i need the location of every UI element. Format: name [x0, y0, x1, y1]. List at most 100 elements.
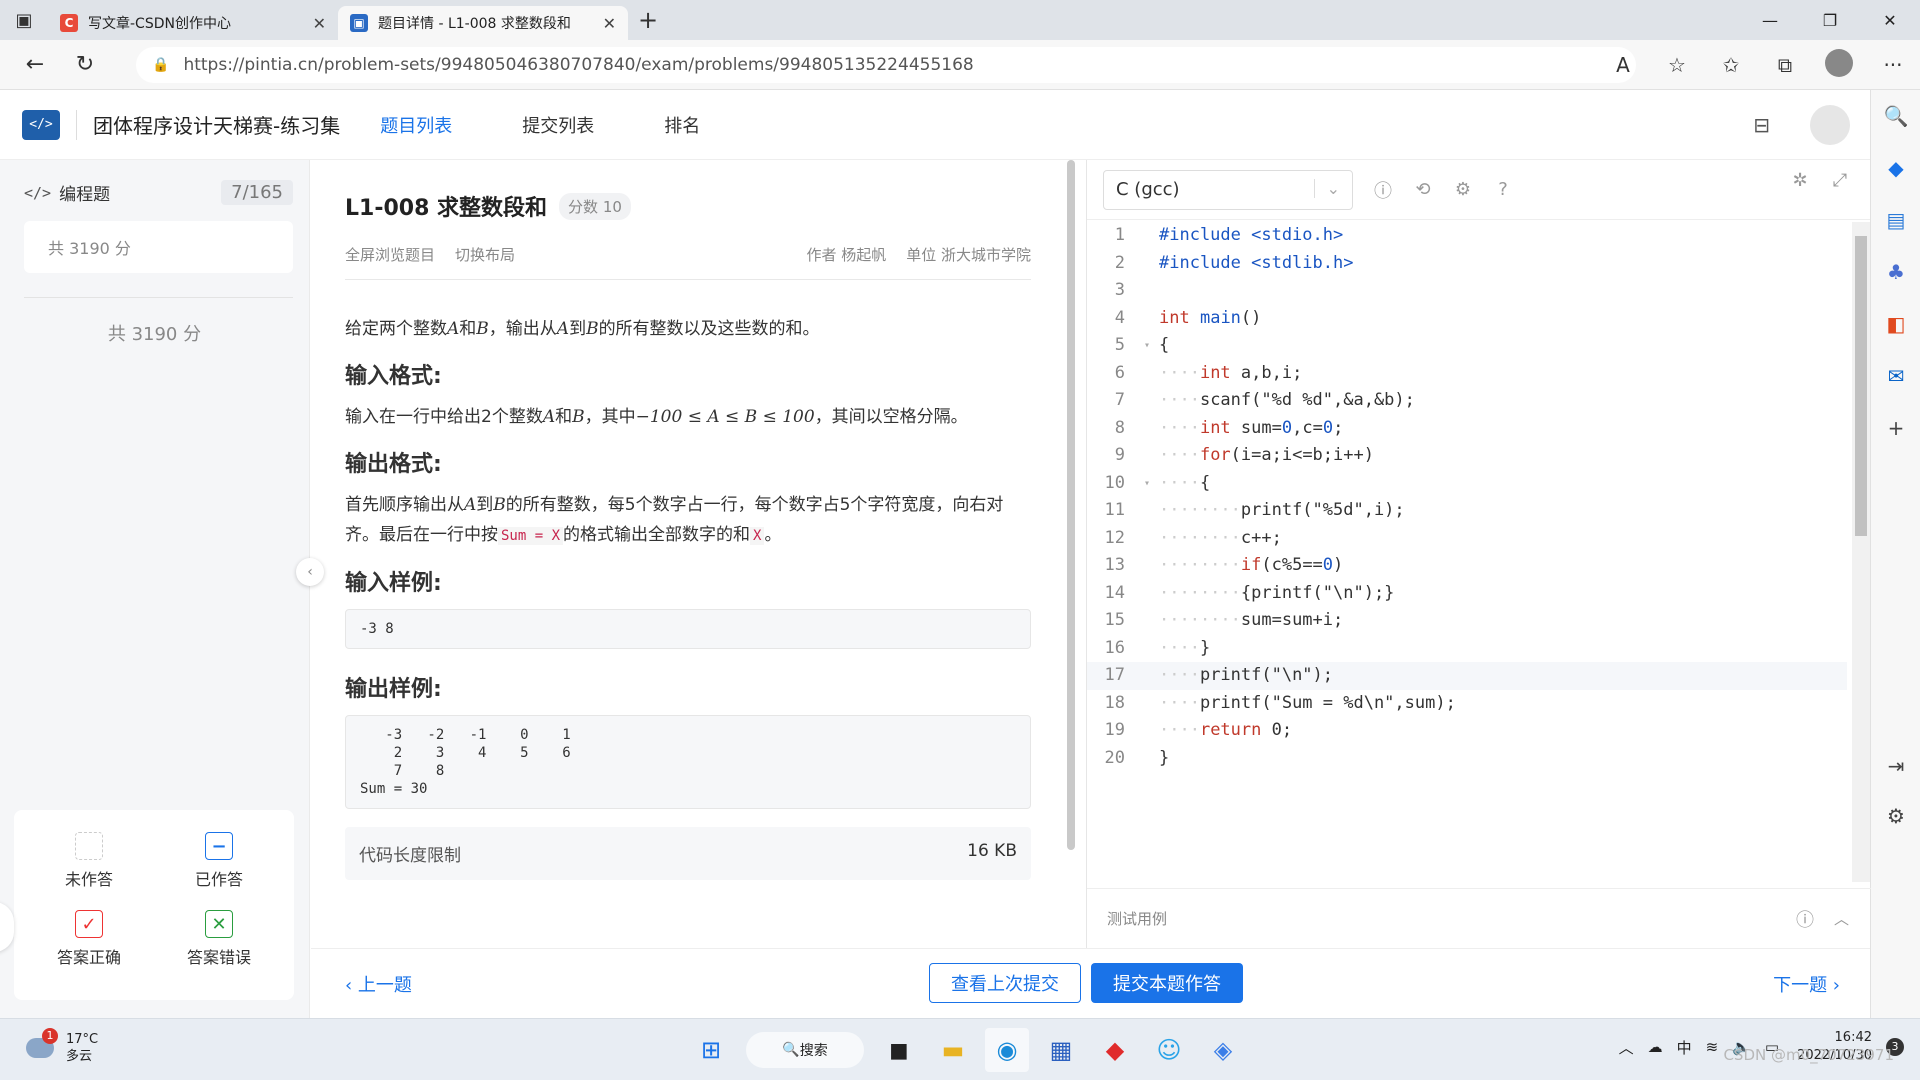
debug-icon[interactable]: ✲ [1780, 170, 1820, 191]
history-icon[interactable]: ⟲ [1403, 179, 1443, 200]
chevron-up-icon[interactable]: ︿ [1834, 908, 1849, 929]
start-icon[interactable]: ⊞ [689, 1028, 733, 1072]
app-blue-icon[interactable]: ◈ [1201, 1028, 1245, 1072]
line-number: 14 [1104, 582, 1125, 603]
pta-logo-icon[interactable]: </> [22, 109, 60, 140]
help-icon[interactable]: ⓘ [1796, 906, 1814, 932]
switch-layout-link[interactable]: 切换布局 [455, 244, 515, 265]
search-icon[interactable]: 🔍 [1871, 90, 1920, 142]
back-icon[interactable]: ← [10, 52, 60, 77]
onedrive-icon[interactable]: ☁ [1648, 1038, 1663, 1056]
code-line[interactable]: 12 ········c++; [1087, 525, 1847, 553]
problem-set-title[interactable]: 团体程序设计天梯赛-练习集 [93, 110, 340, 139]
code-line[interactable]: 19 ····return 0; [1087, 717, 1847, 745]
qq-icon[interactable]: ☺ [1147, 1028, 1191, 1072]
close-icon[interactable]: ✕ [603, 14, 616, 33]
refresh-icon[interactable]: ↻ [60, 52, 110, 77]
code-line[interactable]: 11 ········printf("%5d",i); [1087, 497, 1847, 525]
test-case-bar[interactable]: 测试用例 ⓘ ︿ [1087, 888, 1871, 948]
code-area[interactable]: 1 #include <stdio.h> 2 #include <stdlib.h> 3… [1087, 222, 1847, 822]
code-line[interactable]: 20} [1087, 745, 1847, 773]
games-icon[interactable]: ♣ [1871, 246, 1920, 298]
split-screen-icon[interactable]: ⇥ [1871, 740, 1920, 792]
math: A [542, 407, 556, 427]
code-line[interactable]: 4 int main() [1087, 305, 1847, 333]
more-icon[interactable]: ··· [1866, 53, 1920, 77]
submit-answer-button[interactable]: 提交本题作答 [1091, 963, 1243, 1003]
line-number: 8 [1114, 417, 1125, 438]
code-line[interactable]: 5 ▾{ [1087, 332, 1847, 360]
settings-icon[interactable]: ⚙ [1871, 790, 1920, 842]
code-line[interactable]: 6 ····int a,b,i; [1087, 360, 1847, 388]
close-window-icon[interactable]: ✕ [1860, 0, 1920, 40]
minimize-icon[interactable]: — [1740, 0, 1800, 40]
tab-problem[interactable]: ▣ 题目详情 - L1-008 求整数段和 ✕ [338, 6, 628, 40]
help-icon[interactable]: ⓘ [1363, 177, 1403, 203]
outlook-icon[interactable]: ✉ [1871, 350, 1920, 402]
user-avatar[interactable] [1810, 105, 1850, 145]
edge-icon[interactable]: ◉ [985, 1028, 1029, 1072]
problem-scrollbar[interactable] [1066, 160, 1076, 948]
line-number: 17 [1104, 665, 1125, 685]
prev-problem-link[interactable]: ‹ 上一题 [345, 971, 412, 997]
next-problem-link[interactable]: 下一题 › [1773, 971, 1840, 997]
chevron-up-icon[interactable]: ︿ [1619, 1037, 1634, 1058]
code-line[interactable]: 13 ········if(c%5==0) [1087, 552, 1847, 580]
language-select[interactable]: C (gcc) ⌄ [1103, 169, 1353, 210]
nav-problem-list[interactable]: 题目列表 [380, 112, 452, 138]
score-card[interactable]: 共 3190 分 [24, 221, 293, 273]
tab-actions-icon[interactable]: ▣ [0, 0, 48, 40]
file-explorer-icon[interactable]: ▬ [931, 1028, 975, 1072]
ime-indicator[interactable]: 中 [1677, 1037, 1692, 1058]
close-icon[interactable]: ✕ [313, 14, 326, 33]
taskbar-search[interactable]: 🔍 搜索 [746, 1032, 864, 1068]
view-last-submission-button[interactable]: 查看上次提交 [929, 963, 1081, 1003]
code-line[interactable]: 15 ········sum=sum+i; [1087, 607, 1847, 635]
collapse-sidebar-icon[interactable]: ‹ [296, 558, 324, 586]
wifi-icon[interactable]: ≋ [1706, 1038, 1719, 1056]
fold-arrow-icon[interactable] [1135, 222, 1159, 250]
url-field[interactable]: 🔒 https://pintia.cn/problem-sets/9948050… [136, 47, 1636, 83]
office-icon[interactable]: ◧ [1871, 298, 1920, 350]
store-icon[interactable]: ▦ [1039, 1028, 1083, 1072]
code-line[interactable]: 8 ····int sum=0,c=0; [1087, 415, 1847, 443]
code-line[interactable]: 7 ····scanf("%d %d",&a,&b); [1087, 387, 1847, 415]
code-line[interactable]: 10 ▾ ····{ [1087, 470, 1847, 498]
favorite-add-icon[interactable]: ☆ [1650, 53, 1704, 77]
search-label: 搜索 [799, 1043, 828, 1059]
weather-widget[interactable]: 1 17°C 多云 [26, 1028, 98, 1065]
code-text: ····scanf("%d %d",&a,&b); [1159, 390, 1415, 410]
code-line[interactable]: 17 ····printf("\n"); [1087, 662, 1847, 690]
gear-icon[interactable]: ⚙ [1443, 179, 1483, 200]
profile-icon[interactable] [1812, 48, 1866, 82]
code-line[interactable]: 9 ····for(i=a;i<=b;i++) [1087, 442, 1847, 470]
sample-output-heading: 输出样例: [345, 677, 442, 702]
add-icon[interactable]: + [1871, 402, 1920, 454]
task-view-icon[interactable]: ◼ [877, 1028, 921, 1072]
fullscreen-link[interactable]: 全屏浏览题目 [345, 244, 435, 265]
math: B [586, 319, 599, 339]
new-tab-icon[interactable]: + [628, 6, 668, 34]
code-line[interactable]: 16 ····} [1087, 635, 1847, 663]
code-line[interactable]: 2 #include <stdlib.h> [1087, 250, 1847, 278]
app-red-icon[interactable]: ◆ [1093, 1028, 1137, 1072]
nav-submissions[interactable]: 提交列表 [522, 112, 594, 138]
shopping-icon[interactable]: ◆ [1871, 142, 1920, 194]
read-aloud-icon[interactable]: A [1596, 53, 1650, 77]
favorites-icon[interactable]: ✩ [1704, 53, 1758, 77]
briefcase-icon[interactable]: ⊟ [1753, 113, 1770, 137]
code-line[interactable]: 14 ········{printf("\n");} [1087, 580, 1847, 608]
fullscreen-icon[interactable]: ⤢ [1820, 170, 1860, 191]
tab-csdn[interactable]: C 写文章-CSDN创作中心 ✕ [48, 6, 338, 40]
fold-arrow-icon[interactable]: ▾ [1135, 332, 1159, 360]
editor-scrollbar[interactable] [1852, 222, 1870, 882]
tools-icon[interactable]: ▤ [1871, 194, 1920, 246]
maximize-icon[interactable]: ❐ [1800, 0, 1860, 40]
code-line[interactable]: 18 ····printf("Sum = %d\n",sum); [1087, 690, 1847, 718]
code-line[interactable]: 1 #include <stdio.h> [1087, 222, 1847, 250]
fold-arrow-icon[interactable]: ▾ [1135, 470, 1159, 498]
collections-icon[interactable]: ⧉ [1758, 53, 1812, 77]
code-line[interactable]: 3 [1087, 277, 1847, 305]
question-icon[interactable]: ? [1483, 179, 1523, 200]
nav-ranking[interactable]: 排名 [664, 112, 700, 138]
